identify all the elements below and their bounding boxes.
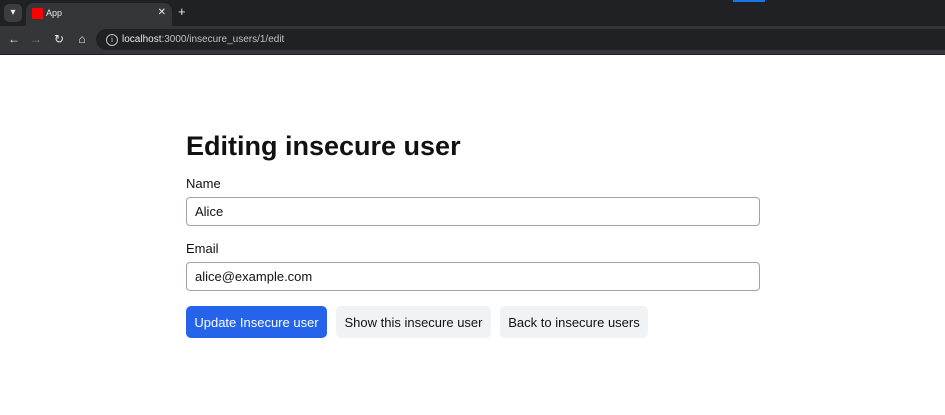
name-label: Name: [186, 176, 221, 191]
site-info-icon[interactable]: i: [106, 34, 118, 46]
tab-search-menu-icon[interactable]: ▾: [4, 4, 22, 22]
favicon-icon: [32, 8, 43, 19]
address-url[interactable]: localhost:3000/insecure_users/1/edit: [122, 33, 284, 46]
url-host: localhost: [122, 34, 162, 45]
forward-arrow-icon[interactable]: →: [28, 31, 44, 47]
show-user-button[interactable]: Show this insecure user: [336, 306, 491, 338]
new-tab-icon[interactable]: +: [178, 5, 186, 19]
browser-tab-app[interactable]: App ✕: [26, 3, 172, 26]
update-user-button[interactable]: Update Insecure user: [186, 306, 327, 338]
back-to-users-button[interactable]: Back to insecure users: [500, 306, 648, 338]
home-icon[interactable]: ⌂: [74, 31, 90, 47]
window-accent-bar: [733, 0, 765, 2]
tab-title: App: [46, 8, 63, 18]
name-input[interactable]: [186, 197, 760, 226]
email-label: Email: [186, 241, 219, 256]
back-arrow-icon[interactable]: ←: [6, 31, 22, 47]
reload-icon[interactable]: ↻: [51, 31, 67, 47]
browser-tab-bar: ▾ App ✕ +: [0, 0, 945, 26]
content-divider: [0, 54, 945, 55]
email-input[interactable]: [186, 262, 760, 291]
browser-toolbar: ← → ↻ ⌂ i localhost:3000/insecure_users/…: [0, 26, 945, 54]
close-tab-icon[interactable]: ✕: [158, 7, 166, 19]
url-path: :3000/insecure_users/1/edit: [161, 34, 285, 45]
page-title: Editing insecure user: [186, 131, 461, 161]
address-bar[interactable]: i localhost:3000/insecure_users/1/edit: [96, 29, 945, 50]
